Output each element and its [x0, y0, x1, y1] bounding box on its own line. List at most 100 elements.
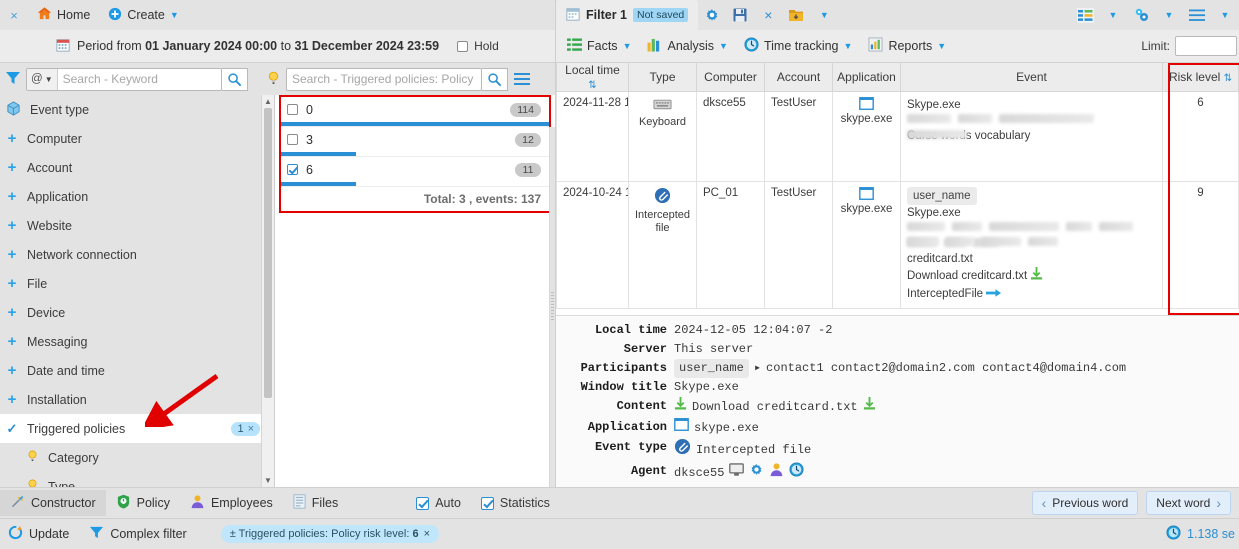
sort-ascending-icon[interactable]: ⇅ — [588, 80, 596, 91]
filter-tab[interactable]: Filter 1 Not saved — [556, 0, 698, 30]
facet-checkbox[interactable] — [287, 164, 298, 175]
download-icon[interactable] — [1030, 272, 1043, 284]
bottom-tab-policy[interactable]: Policy — [106, 490, 180, 516]
sidebar-item-date-and-time[interactable]: +Date and time — [0, 356, 274, 385]
arrow-right-icon[interactable] — [986, 289, 1002, 301]
columns-icon[interactable] — [1071, 0, 1099, 30]
column-header-account[interactable]: Account — [765, 63, 833, 92]
column-header-computer[interactable]: Computer — [697, 63, 765, 92]
sidebar-item-file[interactable]: +File — [0, 269, 274, 298]
close-icon[interactable]: × — [0, 8, 28, 23]
expand-icon[interactable]: + — [6, 218, 18, 233]
checkbox-box[interactable] — [481, 497, 494, 510]
expand-icon[interactable]: + — [6, 247, 18, 262]
search-icon[interactable] — [222, 68, 248, 91]
expand-icon[interactable]: + — [6, 363, 18, 378]
menu-reports[interactable]: Reports▼ — [861, 34, 953, 58]
search-scope-selector[interactable]: @ ▼ — [27, 69, 58, 90]
export-dropdown-icon[interactable]: ▼ — [810, 0, 838, 30]
keyword-search-box[interactable]: @ ▼ — [26, 68, 222, 91]
chevron-down-icon[interactable]: ▼ — [937, 41, 946, 51]
funnel-icon[interactable] — [0, 70, 26, 89]
user-icon[interactable] — [769, 462, 784, 484]
column-header-event[interactable]: Event — [901, 63, 1163, 92]
settings-gears-icon[interactable] — [1127, 0, 1155, 30]
panel-splitter[interactable] — [549, 127, 555, 487]
expand-icon[interactable]: + — [6, 160, 18, 175]
expand-icon[interactable]: + — [6, 276, 18, 291]
bottom-tab-files[interactable]: Files — [283, 490, 348, 516]
sidebar-item-website[interactable]: +Website — [0, 211, 274, 240]
settings-dropdown-icon[interactable]: ▼ — [1155, 0, 1183, 30]
sidebar-item-type[interactable]: Type — [0, 472, 274, 487]
sidebar-item-category[interactable]: Category — [0, 443, 274, 472]
scroll-down-icon[interactable]: ▼ — [262, 474, 274, 487]
gear-icon[interactable] — [749, 462, 764, 484]
search-input[interactable] — [58, 69, 186, 90]
bottom-tab-employees[interactable]: Employees — [180, 490, 283, 516]
chevron-down-icon[interactable]: ▼ — [719, 41, 728, 51]
sidebar-item-installation[interactable]: +Installation — [0, 385, 274, 414]
gear-icon[interactable] — [698, 0, 726, 30]
hold-checkbox-box[interactable] — [457, 41, 468, 52]
facet-search-box[interactable] — [286, 68, 482, 91]
clock-icon[interactable] — [789, 462, 804, 484]
scroll-up-icon[interactable]: ▲ — [262, 95, 274, 108]
badge-remove-icon[interactable]: × — [248, 423, 254, 435]
table-row[interactable]: 2024-11-28 10Keyboarddksce55TestUserskyp… — [557, 92, 1239, 182]
expand-icon[interactable]: + — [6, 189, 18, 204]
next-word-button[interactable]: Next word › — [1146, 491, 1231, 515]
export-icon[interactable] — [782, 0, 810, 30]
expand-icon[interactable]: + — [6, 131, 18, 146]
checkbox-auto[interactable]: Auto — [406, 496, 471, 510]
collapse-icon[interactable]: ✓ — [6, 422, 18, 435]
column-header-local-time[interactable]: Local time ⇅ — [557, 63, 629, 92]
column-header-application[interactable]: Application — [833, 63, 901, 92]
facet-search-icon[interactable] — [482, 68, 508, 91]
facet-row[interactable]: 312 — [281, 127, 549, 157]
home-button[interactable]: Home — [28, 3, 99, 27]
save-icon[interactable] — [726, 0, 754, 30]
close-filter-icon[interactable]: × — [754, 0, 782, 30]
menu-analysis[interactable]: Analysis▼ — [640, 35, 734, 58]
active-filter-remove-icon[interactable]: × — [424, 528, 430, 540]
create-button[interactable]: Create ▼ — [99, 4, 187, 27]
complex-filter-button[interactable]: Complex filter — [79, 521, 196, 547]
columns-dropdown-icon[interactable]: ▼ — [1099, 0, 1127, 30]
hamburger-icon[interactable] — [1183, 0, 1211, 30]
previous-word-button[interactable]: ‹ Previous word — [1032, 491, 1139, 515]
menu-time-tracking[interactable]: Time tracking▼ — [737, 34, 859, 58]
expand-icon[interactable]: + — [6, 392, 18, 407]
sidebar-item-messaging[interactable]: +Messaging — [0, 327, 274, 356]
splitter-grip[interactable] — [551, 292, 554, 322]
update-button[interactable]: Update — [0, 521, 79, 547]
facet-menu-icon[interactable] — [508, 72, 536, 86]
checkbox-box[interactable] — [416, 497, 429, 510]
table-row[interactable]: 2024-10-24 13Intercepted filePC_01TestUs… — [557, 182, 1239, 309]
sidebar-item-application[interactable]: +Application — [0, 182, 274, 211]
download-icon[interactable] — [863, 397, 876, 418]
sidebar-item-network-connection[interactable]: +Network connection — [0, 240, 274, 269]
menu-facts[interactable]: Facts▼ — [560, 35, 638, 58]
column-header-risk-level[interactable]: Risk level ⇅ — [1163, 63, 1239, 92]
facet-checkbox[interactable] — [287, 104, 298, 115]
facet-search-input[interactable] — [287, 69, 479, 90]
event-intercepted-file-link[interactable]: InterceptedFile — [907, 286, 1156, 303]
expand-icon[interactable]: + — [6, 334, 18, 349]
sidebar-scrollbar[interactable]: ▲ ▼ — [261, 95, 274, 487]
chevron-down-icon[interactable]: ▼ — [170, 10, 179, 20]
events-table-container[interactable]: Local time ⇅TypeComputerAccountApplicati… — [556, 63, 1239, 315]
chevron-down-icon[interactable]: ▼ — [844, 41, 853, 51]
sidebar-item-badge[interactable]: 1× — [231, 422, 260, 436]
facet-row[interactable]: 0114 — [281, 97, 549, 127]
hamburger-dropdown-icon[interactable]: ▼ — [1211, 0, 1239, 30]
sidebar-item-account[interactable]: +Account — [0, 153, 274, 182]
active-filter-pill[interactable]: ± Triggered policies: Policy risk level:… — [221, 525, 439, 543]
sidebar-item-triggered-policies[interactable]: ✓Triggered policies1× — [0, 414, 274, 443]
sidebar-item-computer[interactable]: +Computer — [0, 124, 274, 153]
column-header-type[interactable]: Type — [629, 63, 697, 92]
sidebar-item-event-type[interactable]: Event type — [0, 95, 274, 124]
chevron-down-icon[interactable]: ▼ — [623, 41, 632, 51]
bottom-tab-constructor[interactable]: Constructor — [0, 490, 106, 516]
sidebar-item-device[interactable]: +Device — [0, 298, 274, 327]
